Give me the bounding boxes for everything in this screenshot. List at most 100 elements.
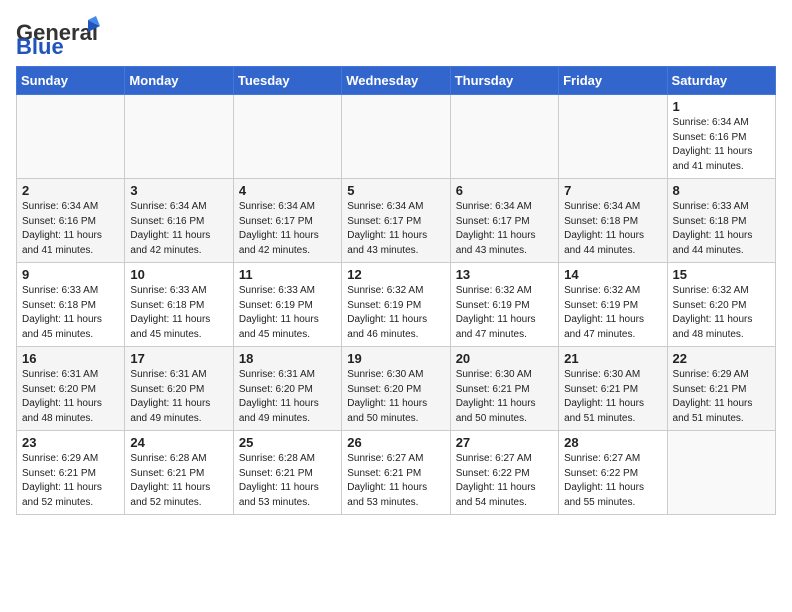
day-info: Sunrise: 6:28 AM Sunset: 6:21 PM Dayligh…	[239, 452, 336, 510]
day-info: Sunrise: 6:32 AM Sunset: 6:19 PM Dayligh…	[347, 284, 444, 342]
svg-text:Blue: Blue	[16, 34, 64, 54]
calendar-cell: 26Sunrise: 6:27 AM Sunset: 6:21 PM Dayli…	[342, 431, 450, 515]
day-info: Sunrise: 6:34 AM Sunset: 6:16 PM Dayligh…	[130, 200, 227, 258]
day-number: 21	[564, 351, 661, 366]
day-number: 3	[130, 183, 227, 198]
calendar-week-row: 1 Sunrise: 6:34 AM Sunset: 6:16 PM Daylig…	[17, 95, 776, 179]
calendar-cell: 7 Sunrise: 6:34 AM Sunset: 6:18 PM Daylig…	[559, 179, 667, 263]
logo: General Blue	[16, 16, 110, 54]
day-number: 14	[564, 267, 661, 282]
calendar-week-row: 9 Sunrise: 6:33 AM Sunset: 6:18 PM Daylig…	[17, 263, 776, 347]
calendar-cell: 3 Sunrise: 6:34 AM Sunset: 6:16 PM Daylig…	[125, 179, 233, 263]
day-info: Sunrise: 6:31 AM Sunset: 6:20 PM Dayligh…	[22, 368, 119, 426]
calendar-cell: 1 Sunrise: 6:34 AM Sunset: 6:16 PM Daylig…	[667, 95, 775, 179]
day-number: 16	[22, 351, 119, 366]
page-header: General Blue	[16, 16, 776, 54]
calendar-cell: 25 Sunrise: 6:28 AM Sunset: 6:21 PM Dayli…	[233, 431, 341, 515]
calendar-cell: 11Sunrise: 6:33 AM Sunset: 6:19 PM Dayli…	[233, 263, 341, 347]
calendar-cell: 21 Sunrise: 6:30 AM Sunset: 6:21 PM Dayli…	[559, 347, 667, 431]
day-number: 10	[130, 267, 227, 282]
calendar-cell: 10Sunrise: 6:33 AM Sunset: 6:18 PM Dayli…	[125, 263, 233, 347]
day-number: 6	[456, 183, 553, 198]
day-number: 18	[239, 351, 336, 366]
calendar-cell: 18 Sunrise: 6:31 AM Sunset: 6:20 PM Dayli…	[233, 347, 341, 431]
day-number: 15	[673, 267, 770, 282]
day-number: 19	[347, 351, 444, 366]
calendar-cell	[233, 95, 341, 179]
calendar-cell: 27 Sunrise: 6:27 AM Sunset: 6:22 PM Dayli…	[450, 431, 558, 515]
calendar-cell: 6 Sunrise: 6:34 AM Sunset: 6:17 PM Daylig…	[450, 179, 558, 263]
calendar-cell: 17 Sunrise: 6:31 AM Sunset: 6:20 PM Dayli…	[125, 347, 233, 431]
day-info: Sunrise: 6:33 AM Sunset: 6:18 PM Dayligh…	[673, 200, 770, 258]
calendar-cell: 28Sunrise: 6:27 AM Sunset: 6:22 PM Dayli…	[559, 431, 667, 515]
weekday-header: Friday	[559, 67, 667, 95]
day-info: Sunrise: 6:33 AM Sunset: 6:18 PM Dayligh…	[22, 284, 119, 342]
day-number: 25	[239, 435, 336, 450]
day-info: Sunrise: 6:32 AM Sunset: 6:19 PM Dayligh…	[564, 284, 661, 342]
day-info: Sunrise: 6:34 AM Sunset: 6:16 PM Dayligh…	[673, 116, 770, 174]
calendar-cell: 19 Sunrise: 6:30 AM Sunset: 6:20 PM Dayli…	[342, 347, 450, 431]
day-number: 5	[347, 183, 444, 198]
day-info: Sunrise: 6:34 AM Sunset: 6:16 PM Dayligh…	[22, 200, 119, 258]
calendar-cell: 13Sunrise: 6:32 AM Sunset: 6:19 PM Dayli…	[450, 263, 558, 347]
calendar-cell: 23 Sunrise: 6:29 AM Sunset: 6:21 PM Dayli…	[17, 431, 125, 515]
calendar-cell: 12 Sunrise: 6:32 AM Sunset: 6:19 PM Dayli…	[342, 263, 450, 347]
calendar-cell	[559, 95, 667, 179]
day-number: 22	[673, 351, 770, 366]
day-info: Sunrise: 6:31 AM Sunset: 6:20 PM Dayligh…	[239, 368, 336, 426]
day-info: Sunrise: 6:34 AM Sunset: 6:18 PM Dayligh…	[564, 200, 661, 258]
day-number: 8	[673, 183, 770, 198]
day-info: Sunrise: 6:34 AM Sunset: 6:17 PM Dayligh…	[239, 200, 336, 258]
weekday-header: Thursday	[450, 67, 558, 95]
calendar-week-row: 23 Sunrise: 6:29 AM Sunset: 6:21 PM Dayli…	[17, 431, 776, 515]
calendar-cell: 9 Sunrise: 6:33 AM Sunset: 6:18 PM Daylig…	[17, 263, 125, 347]
logo-icon: General Blue	[16, 16, 106, 54]
calendar-cell: 4 Sunrise: 6:34 AM Sunset: 6:17 PM Daylig…	[233, 179, 341, 263]
day-number: 7	[564, 183, 661, 198]
calendar-cell: 8 Sunrise: 6:33 AM Sunset: 6:18 PM Daylig…	[667, 179, 775, 263]
day-number: 4	[239, 183, 336, 198]
calendar-cell: 24Sunrise: 6:28 AM Sunset: 6:21 PM Dayli…	[125, 431, 233, 515]
day-number: 9	[22, 267, 119, 282]
calendar-cell: 15Sunrise: 6:32 AM Sunset: 6:20 PM Dayli…	[667, 263, 775, 347]
day-info: Sunrise: 6:31 AM Sunset: 6:20 PM Dayligh…	[130, 368, 227, 426]
day-info: Sunrise: 6:29 AM Sunset: 6:21 PM Dayligh…	[22, 452, 119, 510]
calendar-cell	[450, 95, 558, 179]
day-info: Sunrise: 6:34 AM Sunset: 6:17 PM Dayligh…	[347, 200, 444, 258]
day-number: 27	[456, 435, 553, 450]
day-number: 2	[22, 183, 119, 198]
day-number: 20	[456, 351, 553, 366]
calendar-header-row: SundayMondayTuesdayWednesdayThursdayFrid…	[17, 67, 776, 95]
day-info: Sunrise: 6:30 AM Sunset: 6:21 PM Dayligh…	[456, 368, 553, 426]
day-number: 11	[239, 267, 336, 282]
calendar-cell: 5 Sunrise: 6:34 AM Sunset: 6:17 PM Daylig…	[342, 179, 450, 263]
day-info: Sunrise: 6:30 AM Sunset: 6:20 PM Dayligh…	[347, 368, 444, 426]
calendar-cell: 22 Sunrise: 6:29 AM Sunset: 6:21 PM Dayli…	[667, 347, 775, 431]
day-info: Sunrise: 6:27 AM Sunset: 6:21 PM Dayligh…	[347, 452, 444, 510]
day-info: Sunrise: 6:27 AM Sunset: 6:22 PM Dayligh…	[456, 452, 553, 510]
calendar-table: SundayMondayTuesdayWednesdayThursdayFrid…	[16, 66, 776, 515]
day-number: 24	[130, 435, 227, 450]
calendar-cell	[342, 95, 450, 179]
day-number: 23	[22, 435, 119, 450]
weekday-header: Tuesday	[233, 67, 341, 95]
day-number: 28	[564, 435, 661, 450]
calendar-cell: 16 Sunrise: 6:31 AM Sunset: 6:20 PM Dayli…	[17, 347, 125, 431]
day-info: Sunrise: 6:30 AM Sunset: 6:21 PM Dayligh…	[564, 368, 661, 426]
calendar-cell: 20 Sunrise: 6:30 AM Sunset: 6:21 PM Dayli…	[450, 347, 558, 431]
calendar-cell: 2 Sunrise: 6:34 AM Sunset: 6:16 PM Daylig…	[17, 179, 125, 263]
calendar-week-row: 2 Sunrise: 6:34 AM Sunset: 6:16 PM Daylig…	[17, 179, 776, 263]
weekday-header: Monday	[125, 67, 233, 95]
calendar-week-row: 16 Sunrise: 6:31 AM Sunset: 6:20 PM Dayli…	[17, 347, 776, 431]
calendar-cell	[125, 95, 233, 179]
weekday-header: Saturday	[667, 67, 775, 95]
calendar-cell	[667, 431, 775, 515]
day-info: Sunrise: 6:32 AM Sunset: 6:19 PM Dayligh…	[456, 284, 553, 342]
day-number: 1	[673, 99, 770, 114]
day-number: 12	[347, 267, 444, 282]
weekday-header: Wednesday	[342, 67, 450, 95]
day-info: Sunrise: 6:29 AM Sunset: 6:21 PM Dayligh…	[673, 368, 770, 426]
day-number: 17	[130, 351, 227, 366]
weekday-header: Sunday	[17, 67, 125, 95]
day-info: Sunrise: 6:34 AM Sunset: 6:17 PM Dayligh…	[456, 200, 553, 258]
